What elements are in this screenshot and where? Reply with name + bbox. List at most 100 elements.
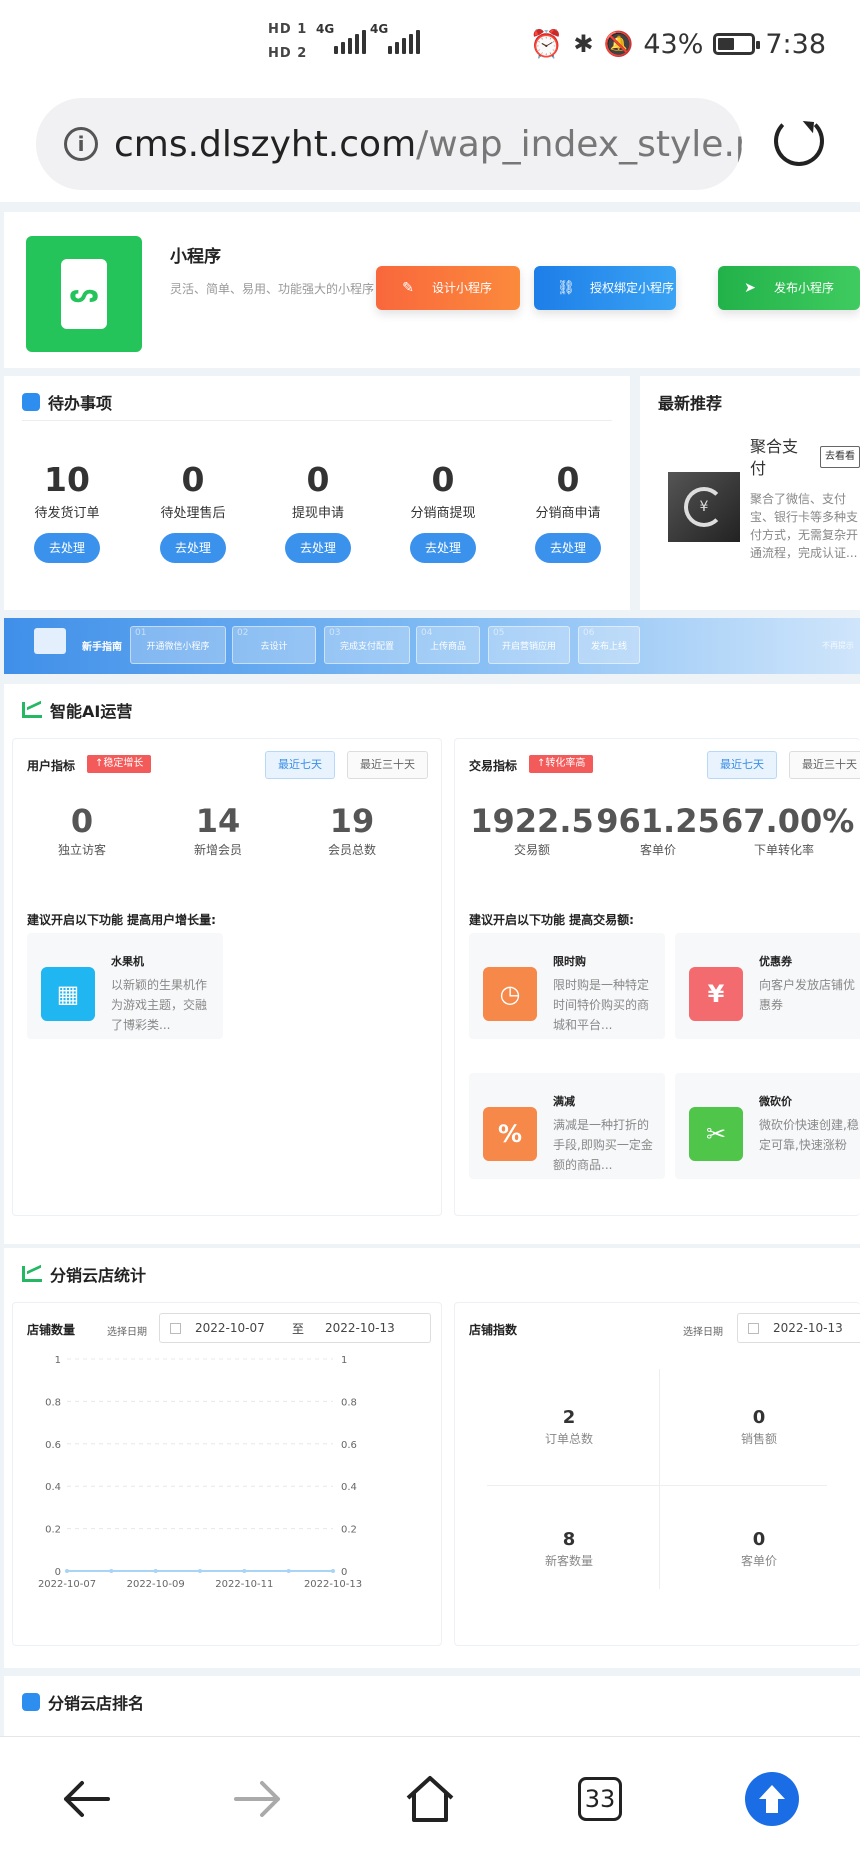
step-no: 04 [421, 628, 433, 638]
reload-icon[interactable] [774, 116, 824, 166]
tabs-button[interactable]: 33 [570, 1769, 630, 1829]
feature-title: 优惠券 [759, 955, 792, 968]
x-tick-label: 2022-10-13 [304, 1579, 362, 1590]
mini-program-title: 小程序 [170, 247, 221, 267]
guide-step-5[interactable]: 05 开启营销应用 [488, 626, 570, 664]
date-from: 2022-10-13 [773, 1321, 843, 1335]
feature-card-discount[interactable]: % 满减 满减是一种打折的手段,即购买一定金额的商品... [469, 1073, 665, 1179]
x-tick-label: 2022-10-11 [215, 1579, 273, 1590]
forward-arrow-icon [234, 1781, 280, 1817]
y-tick-label-right: 0.2 [341, 1525, 357, 1536]
guide-step-1[interactable]: 01 开通微信小程序 [130, 626, 226, 664]
bar-chart-icon [22, 1693, 40, 1711]
metric-value: 67.00% [721, 802, 855, 840]
y-tick-label: 0 [55, 1567, 61, 1578]
recommend-thumbnail[interactable]: ¥ [668, 472, 740, 542]
metric-avg-order: 961.25 客单价 [595, 801, 721, 858]
todo-label: 待发货订单 [34, 506, 100, 521]
status-badge: ↑稳定增长 [87, 755, 152, 773]
step-label: 完成支付配置 [339, 641, 394, 652]
todo-item-pending-shipment: 10 待发货订单 去处理 [4, 460, 130, 563]
metric-value: 14 [195, 802, 241, 840]
date-label: 选择日期 [107, 1327, 147, 1338]
x-tick-label: 2022-10-09 [127, 1579, 185, 1590]
ai-ops-title: 智能AI运营 [22, 698, 132, 722]
scroll-top-button[interactable] [742, 1769, 802, 1829]
y-tick-label-right: 0.8 [341, 1397, 357, 1408]
trade-metrics-panel: 交易指标 ↑转化率高 最近七天 最近三十天 1922.5 交易额 961.25 客单… [454, 738, 860, 1216]
todo-title: 待办事项 [22, 390, 112, 414]
url-domain: cms.dlszyht.com [114, 123, 417, 165]
store-index-panel: 店铺指数 选择日期 2022-10-13 2 订单总数 0 销售额 8 新客数量 0 客… [454, 1302, 860, 1646]
range-30days-button[interactable]: 最近三十天 [347, 751, 428, 779]
guide-step-4[interactable]: 04 上传商品 [416, 626, 480, 664]
todo-action-button[interactable]: 去处理 [535, 533, 601, 563]
guide-step-6[interactable]: 06 发布上线 [578, 626, 640, 664]
info-icon[interactable]: i [64, 127, 98, 161]
x-tick-label: 2022-10-07 [38, 1579, 96, 1590]
feature-card-slot[interactable]: ▦ 水果机 以新颖的生果机作为游戏主题，交融了博彩类... [27, 933, 223, 1039]
trade-panel-title: 交易指标 [469, 759, 518, 773]
forward-button[interactable] [228, 1769, 288, 1829]
range-7days-button[interactable]: 最近七天 [707, 751, 777, 779]
url-text[interactable]: cms.dlszyht.com/wap_index_style.php [114, 124, 742, 165]
date-picker[interactable]: 2022-10-13 [737, 1313, 860, 1343]
mini-program-logo: ᔕ [26, 236, 142, 352]
feature-card-bargain[interactable]: ✂ 微砍价 微砍价快速创建,稳定可靠,快速涨粉 [675, 1073, 860, 1179]
guide-dismiss[interactable]: 不再提示 [822, 640, 854, 651]
recommend-view-button[interactable]: 去看看 [820, 446, 860, 468]
feature-card-coupon[interactable]: ¥ 优惠券 向客户发放店铺优惠券 [675, 933, 860, 1039]
todo-action-button[interactable]: 去处理 [285, 533, 351, 563]
address-bar[interactable]: i cms.dlszyht.com/wap_index_style.php [36, 98, 742, 190]
ranking-title-text: 分销云店排名 [48, 1694, 145, 1713]
browser-bottom-nav: 33 [0, 1736, 860, 1862]
guide-step-3[interactable]: 03 完成支付配置 [324, 626, 410, 664]
guide-step-2[interactable]: 02 去设计 [232, 626, 316, 664]
stat-label: 订单总数 [544, 1432, 593, 1446]
todo-label: 提现申请 [291, 506, 344, 521]
design-mini-program-button[interactable]: ✎ 设计小程序 [376, 266, 520, 310]
percent-icon: % [483, 1107, 537, 1161]
mute-icon: 🔕 [603, 30, 634, 58]
todo-action-button[interactable]: 去处理 [160, 533, 226, 563]
metric-total-members: 19 会员总数 [297, 801, 407, 858]
metric-label: 客单价 [639, 843, 676, 857]
status-badge: ↑转化率高 [529, 755, 594, 773]
link-icon: ⛓ [557, 280, 575, 296]
range-7days-button[interactable]: 最近七天 [265, 751, 335, 779]
y-tick-label-right: 1 [341, 1355, 347, 1366]
guide-label: 新手指南 [82, 642, 122, 653]
date-range-picker[interactable]: 2022-10-07 至 2022-10-13 [159, 1313, 431, 1343]
feature-card-flash-sale[interactable]: ◷ 限时购 限时购是一种特定时间特价购买的商城和平台... [469, 933, 665, 1039]
metric-value: 961.25 [596, 802, 720, 840]
home-button[interactable] [400, 1769, 460, 1829]
store-count-chart: 0 0 0.2 0.2 0.4 0.4 0.6 0.6 0.8 0.8 1 1 2022-10-07 20… [38, 1355, 362, 1590]
back-button[interactable] [56, 1769, 116, 1829]
range-30days-button[interactable]: 最近三十天 [789, 751, 860, 779]
feature-title: 微砍价 [759, 1095, 792, 1108]
data-point [153, 1569, 158, 1573]
back-arrow-icon [64, 1781, 110, 1817]
feature-title: 水果机 [111, 955, 144, 968]
signal1-icon [334, 30, 366, 54]
clock-icon [22, 393, 40, 411]
todo-label: 分销商申请 [535, 506, 601, 521]
todo-action-button[interactable]: 去处理 [34, 533, 100, 563]
metric-label: 新增会员 [193, 843, 242, 857]
todo-action-button[interactable]: 去处理 [410, 533, 476, 563]
stat-orders: 2 订单总数 [479, 1407, 659, 1447]
data-point [198, 1569, 202, 1573]
clock: 7:38 [765, 28, 826, 60]
bind-button-label: 授权绑定小程序 [590, 281, 675, 295]
todo-item-distributor-apply: 0 分销商申请 去处理 [505, 460, 631, 563]
network1-label: 4G [316, 22, 335, 36]
trend-icon [22, 702, 42, 718]
metric-trade-amount: 1922.5 交易额 [469, 801, 595, 858]
publish-mini-program-button[interactable]: ➤ 发布小程序 [718, 266, 860, 310]
step-label: 开通微信小程序 [146, 641, 210, 652]
data-point [242, 1569, 247, 1573]
status-bar: HD 1 HD 2 4G 4G ⏰ ✱ 🔕 43% 7:38 [0, 0, 860, 90]
bind-mini-program-button[interactable]: ⛓ 授权绑定小程序 [534, 266, 676, 310]
metric-value: 1922.5 [470, 802, 594, 840]
payment-icon: ¥ [684, 487, 724, 527]
